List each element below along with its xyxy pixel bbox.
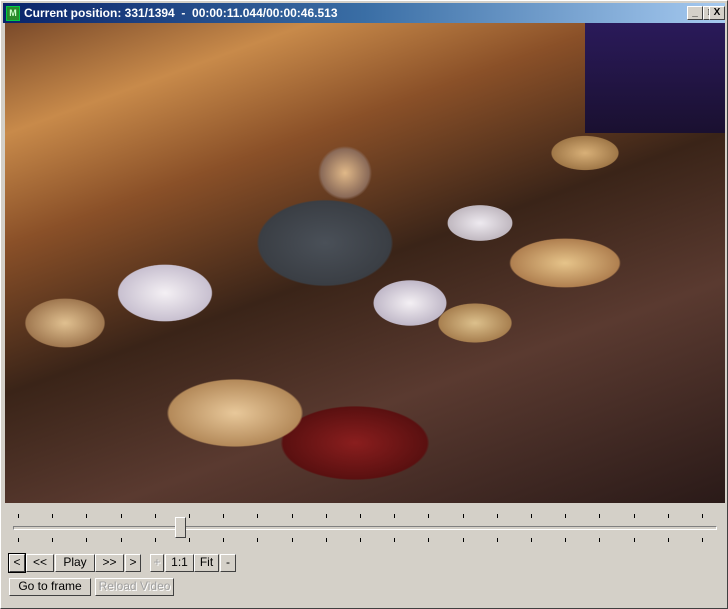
slider-tick [496, 514, 498, 518]
slider-tick [223, 514, 225, 518]
slider-track[interactable] [13, 526, 717, 530]
slider-tick [394, 538, 396, 542]
next-frame-button[interactable]: > [125, 554, 141, 572]
close-button[interactable]: X [709, 6, 725, 20]
slider-tick [120, 514, 122, 518]
slider-tick [86, 538, 88, 542]
slider-tick [496, 538, 498, 542]
video-frame [5, 23, 725, 503]
window-title: Current position: 331/1394 - 00:00:11.04… [24, 6, 338, 20]
slider-tick [599, 514, 601, 518]
slider-tick [257, 538, 259, 542]
forward-button[interactable]: >> [95, 554, 124, 572]
title-bar[interactable]: M Current position: 331/1394 - 00:00:11.… [3, 3, 725, 23]
slider-tick [154, 538, 156, 542]
position-slider[interactable] [13, 514, 717, 542]
slider-tick [52, 538, 54, 542]
slider-tick [599, 538, 601, 542]
zoom-1-1-button[interactable]: 1:1 [165, 554, 194, 572]
slider-tick [154, 514, 156, 518]
slider-tick [189, 538, 190, 542]
slider-tick [531, 538, 532, 542]
rewind-button[interactable]: << [26, 554, 54, 572]
slider-tick [325, 514, 327, 518]
slider-tick [565, 514, 567, 518]
slider-tick [667, 538, 669, 542]
zoom-out-button[interactable]: - [220, 554, 236, 572]
slider-tick [702, 538, 703, 542]
slider-tick [565, 538, 567, 542]
slider-tick [18, 514, 19, 518]
slider-tick [702, 514, 703, 518]
slider-tick [189, 514, 190, 518]
app-icon: M [6, 5, 20, 21]
slider-tick [257, 514, 259, 518]
slider-tick [291, 514, 293, 518]
slider-tick [667, 514, 669, 518]
slider-thumb[interactable] [175, 517, 187, 538]
video-preview-window: M Current position: 331/1394 - 00:00:11.… [0, 0, 728, 609]
slider-tick [120, 538, 122, 542]
minimize-button[interactable]: _ [687, 6, 703, 20]
slider-tick [86, 514, 88, 518]
slider-tick [291, 538, 293, 542]
slider-tick [531, 514, 532, 518]
reload-video-button[interactable]: Reload Video [95, 578, 174, 596]
prev-frame-button[interactable]: < [8, 553, 26, 573]
play-button[interactable]: Play [55, 554, 95, 572]
slider-tick [428, 514, 430, 518]
slider-tick [18, 538, 19, 542]
go-to-frame-button[interactable]: Go to frame [9, 578, 91, 596]
zoom-in-button[interactable]: + [150, 554, 164, 572]
slider-tick [633, 514, 635, 518]
slider-tick [325, 538, 327, 542]
slider-tick [360, 514, 361, 518]
slider-tick [462, 514, 464, 518]
fit-button[interactable]: Fit [194, 554, 219, 572]
slider-tick [462, 538, 464, 542]
slider-tick [633, 538, 635, 542]
slider-tick [394, 514, 396, 518]
slider-tick [223, 538, 225, 542]
slider-tick [52, 514, 54, 518]
slider-tick [360, 538, 361, 542]
slider-tick [428, 538, 430, 542]
